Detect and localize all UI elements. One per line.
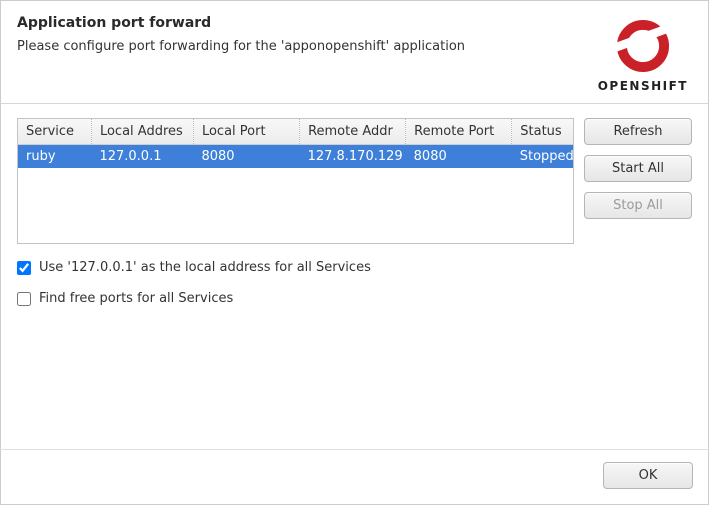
start-all-button[interactable]: Start All (584, 155, 692, 182)
dialog-title: Application port forward (17, 15, 465, 31)
openshift-logo-icon (612, 15, 674, 77)
dialog-header: Application port forward Please configur… (1, 1, 708, 104)
ok-button[interactable]: OK (603, 462, 693, 489)
col-remote-address[interactable]: Remote Addr (300, 119, 406, 145)
dialog-footer: OK (0, 449, 709, 505)
cell-remote-port: 8080 (406, 145, 512, 169)
col-local-address[interactable]: Local Addres (91, 119, 193, 145)
col-service[interactable]: Service (18, 119, 91, 145)
use-local-checkbox-row[interactable]: Use '127.0.0.1' as the local address for… (17, 260, 692, 275)
use-local-checkbox[interactable] (17, 261, 31, 275)
cell-remote-address: 127.8.170.129 (300, 145, 406, 169)
dialog-body: Service Local Addres Local Port Remote A… (1, 104, 708, 320)
free-ports-label: Find free ports for all Services (39, 291, 233, 306)
cell-local-address: 127.0.0.1 (91, 145, 193, 169)
table-header-row: Service Local Addres Local Port Remote A… (18, 119, 573, 145)
port-forward-table[interactable]: Service Local Addres Local Port Remote A… (17, 118, 574, 244)
col-status[interactable]: Status (512, 119, 573, 145)
openshift-logo-text: OPENSHIFT (598, 79, 688, 93)
stop-all-button[interactable]: Stop All (584, 192, 692, 219)
side-buttons: Refresh Start All Stop All (584, 118, 692, 244)
dialog-subtitle: Please configure port forwarding for the… (17, 39, 465, 54)
col-remote-port[interactable]: Remote Port (406, 119, 512, 145)
header-text-block: Application port forward Please configur… (17, 15, 465, 54)
free-ports-checkbox[interactable] (17, 292, 31, 306)
table-row[interactable]: ruby 127.0.0.1 8080 127.8.170.129 8080 S… (18, 145, 573, 169)
openshift-logo: OPENSHIFT (598, 15, 692, 93)
col-local-port[interactable]: Local Port (193, 119, 299, 145)
use-local-label: Use '127.0.0.1' as the local address for… (39, 260, 371, 275)
cell-local-port: 8080 (193, 145, 299, 169)
table-area: Service Local Addres Local Port Remote A… (17, 118, 692, 244)
refresh-button[interactable]: Refresh (584, 118, 692, 145)
cell-status: Stopped (512, 145, 573, 169)
free-ports-checkbox-row[interactable]: Find free ports for all Services (17, 291, 692, 306)
cell-service: ruby (18, 145, 91, 169)
